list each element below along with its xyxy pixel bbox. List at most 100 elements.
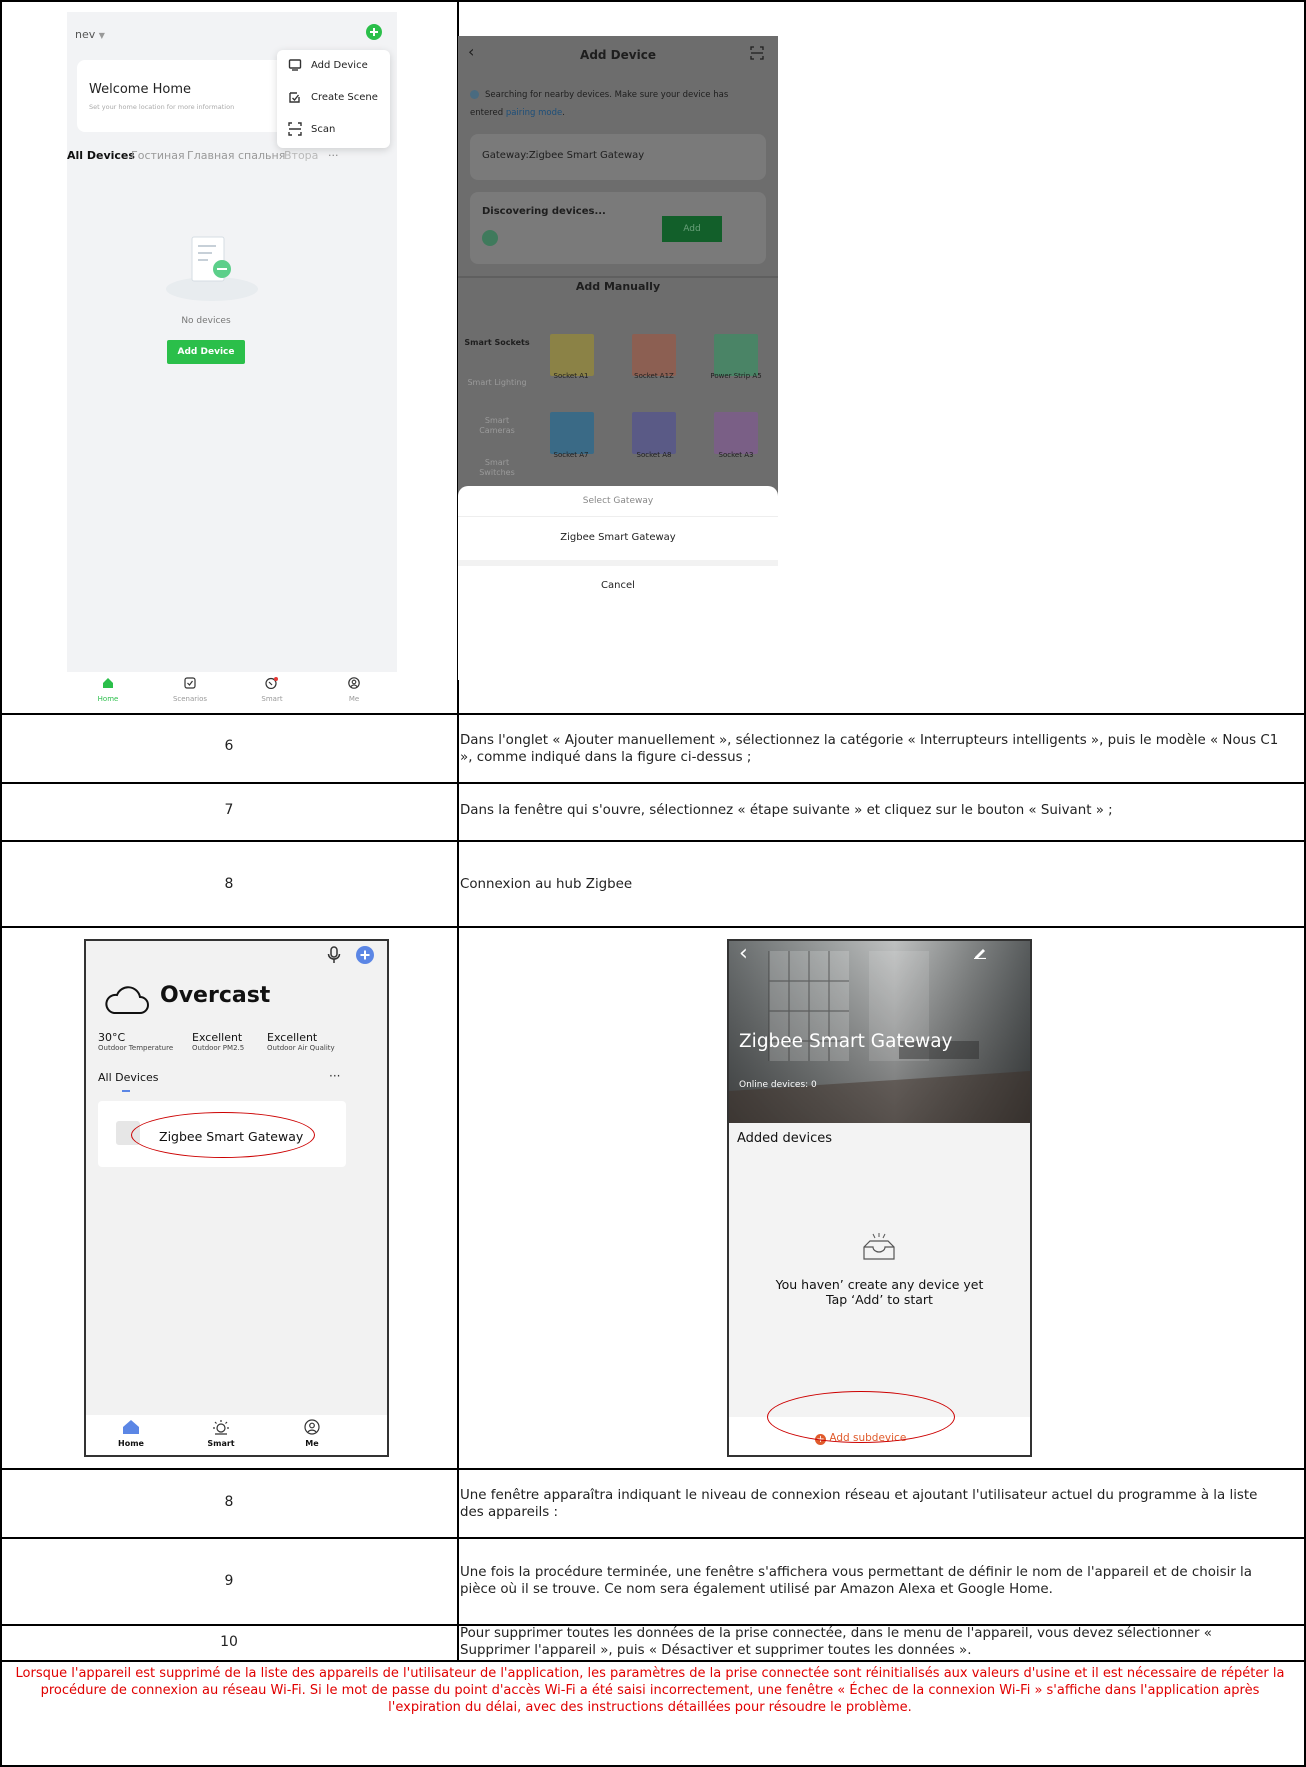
add-plus-icon[interactable] bbox=[356, 946, 374, 964]
device-tile-power-strip-a5[interactable] bbox=[714, 334, 758, 376]
bottom-tab-bar: Home Scenarios Smart Me bbox=[67, 672, 397, 712]
screenshot-add-device-dimmed: ‹ Add Device Searching for nearby device… bbox=[458, 36, 778, 680]
add-plus-icon[interactable] bbox=[366, 24, 382, 40]
row-divider bbox=[0, 713, 1306, 715]
weather-stat: Excellent Outdoor PM2.5 bbox=[192, 1031, 245, 1052]
bottom-tab-bar: Home Smart Me bbox=[86, 1415, 387, 1455]
tab-me[interactable]: Me bbox=[287, 1419, 337, 1448]
category-smart-sockets[interactable]: Smart Sockets bbox=[458, 338, 536, 348]
search-status: Searching for nearby devices. Make sure … bbox=[470, 90, 729, 118]
menu-item-scan[interactable]: Scan bbox=[277, 114, 390, 146]
smart-icon bbox=[231, 672, 313, 695]
welcome-subtitle: Set your home location for more informat… bbox=[89, 103, 235, 111]
tab-room[interactable]: Гостиная bbox=[131, 149, 185, 162]
added-devices-heading: Added devices bbox=[737, 1131, 833, 1146]
microphone-icon[interactable] bbox=[327, 946, 341, 964]
empty-box-icon bbox=[861, 1233, 897, 1263]
room-tabs: All Devices Гостиная Главная спальня Вто… bbox=[67, 149, 397, 165]
divider bbox=[458, 560, 778, 566]
category-smart-switches[interactable]: Smart Switches bbox=[477, 458, 517, 478]
menu-item-create-scene[interactable]: Create Scene bbox=[277, 82, 390, 114]
category-smart-lighting[interactable]: Smart Lighting bbox=[458, 378, 536, 388]
scan-icon[interactable] bbox=[750, 46, 764, 60]
tab-underline bbox=[122, 1090, 130, 1092]
online-devices: Online devices: 0 bbox=[739, 1080, 817, 1090]
tab-smart[interactable]: Smart bbox=[196, 1419, 246, 1448]
document-table: nev ▼ Welcome Home Set your home locatio… bbox=[0, 0, 1306, 1767]
discovering-card: Discovering devices... Add bbox=[470, 192, 766, 264]
device-tile-socket-a1[interactable] bbox=[550, 334, 594, 376]
highlight-ellipse bbox=[767, 1391, 955, 1443]
room-photo: ‹ Zigbee Smart Gateway Online devices: 0 bbox=[729, 941, 1030, 1123]
back-icon[interactable]: ‹ bbox=[739, 941, 748, 966]
profile-icon bbox=[287, 1419, 337, 1439]
tab-scenarios[interactable]: Scenarios bbox=[149, 672, 231, 703]
add-menu: Add Device Create Scene Scan bbox=[277, 50, 390, 148]
tab-room[interactable]: Втора bbox=[284, 149, 318, 162]
home-icon bbox=[106, 1419, 156, 1439]
device-tile-socket-a7[interactable] bbox=[550, 412, 594, 454]
cloud-icon bbox=[104, 985, 150, 1017]
divider bbox=[458, 516, 778, 517]
profile-icon bbox=[313, 672, 395, 695]
weather-stat: 30°C Outdoor Temperature bbox=[98, 1031, 174, 1052]
step-number: 10 bbox=[220, 1634, 238, 1650]
device-label: Power Strip A5 bbox=[710, 372, 762, 380]
device-icon bbox=[288, 58, 302, 72]
tab-home[interactable]: Home bbox=[106, 1419, 156, 1448]
row-divider bbox=[0, 782, 1306, 784]
screenshot-home-menu: nev ▼ Welcome Home Set your home locatio… bbox=[67, 12, 397, 712]
category-smart-cameras[interactable]: Smart Cameras bbox=[477, 416, 517, 436]
screenshot-home-devices: Overcast 30°C Outdoor Temperature Excell… bbox=[84, 939, 389, 1457]
cancel-button[interactable]: Cancel bbox=[458, 580, 778, 591]
step-text: Dans l'onglet « Ajouter manuellement », … bbox=[460, 733, 1279, 765]
device-tile-socket-a1z[interactable] bbox=[632, 334, 676, 376]
scan-icon bbox=[288, 122, 302, 136]
more-icon[interactable]: ··· bbox=[329, 1069, 340, 1083]
tab-smart[interactable]: Smart bbox=[231, 672, 313, 703]
more-icon[interactable]: ··· bbox=[328, 149, 339, 162]
add-device-button[interactable]: Add Device bbox=[167, 340, 245, 364]
device-found-icon bbox=[482, 230, 498, 246]
weather-stat: Excellent Outdoor Air Quality bbox=[267, 1031, 335, 1052]
device-label: Socket A3 bbox=[718, 451, 754, 459]
edit-icon[interactable] bbox=[973, 945, 987, 959]
tab-all-devices[interactable]: All Devices bbox=[98, 1071, 158, 1084]
sun-icon bbox=[196, 1419, 246, 1439]
menu-item-add-device[interactable]: Add Device bbox=[277, 50, 390, 82]
row-divider bbox=[0, 1660, 1306, 1662]
step-number: 9 bbox=[224, 1573, 234, 1589]
step-text: Une fenêtre apparaîtra indiquant le nive… bbox=[460, 1488, 1258, 1520]
tab-home[interactable]: Home bbox=[67, 672, 149, 703]
home-icon bbox=[67, 672, 149, 695]
add-manually-heading: Add Manually bbox=[575, 280, 661, 293]
device-tile-socket-a8[interactable] bbox=[632, 412, 676, 454]
scenarios-icon bbox=[149, 672, 231, 695]
sheet-title: Select Gateway bbox=[582, 496, 654, 506]
step-text: Pour supprimer toutes les données de la … bbox=[460, 1626, 1212, 1658]
tab-all-devices[interactable]: All Devices bbox=[67, 149, 135, 162]
step-text: Connexion au hub Zigbee bbox=[460, 877, 633, 892]
searching-icon bbox=[470, 90, 479, 99]
step-number: 6 bbox=[224, 738, 234, 754]
home-selector[interactable]: nev ▼ bbox=[75, 28, 105, 41]
add-button[interactable]: Add bbox=[662, 216, 722, 242]
empty-text: No devices bbox=[181, 316, 231, 326]
step-number: 7 bbox=[224, 802, 234, 818]
device-label: Socket A1Z bbox=[634, 372, 674, 380]
device-tile-socket-a3[interactable] bbox=[714, 412, 758, 454]
divider bbox=[458, 276, 778, 278]
scene-icon bbox=[288, 90, 302, 104]
tab-me[interactable]: Me bbox=[313, 672, 395, 703]
step-text: Dans la fenêtre qui s'ouvre, sélectionne… bbox=[460, 803, 1113, 818]
caret-down-icon: ▼ bbox=[98, 31, 105, 40]
device-label: Socket A8 bbox=[636, 451, 672, 459]
screenshot-gateway-detail: ‹ Zigbee Smart Gateway Online devices: 0… bbox=[727, 939, 1032, 1457]
select-gateway-sheet: Select Gateway Zigbee Smart Gateway Canc… bbox=[458, 486, 778, 680]
row-divider bbox=[0, 840, 1306, 842]
tab-room[interactable]: Главная спальня bbox=[187, 149, 285, 162]
gateway-option[interactable]: Zigbee Smart Gateway bbox=[458, 532, 778, 543]
gateway-card[interactable]: Gateway:Zigbee Smart Gateway bbox=[470, 134, 766, 180]
device-label: Socket A1 bbox=[553, 372, 589, 380]
highlight-ellipse bbox=[131, 1112, 315, 1158]
